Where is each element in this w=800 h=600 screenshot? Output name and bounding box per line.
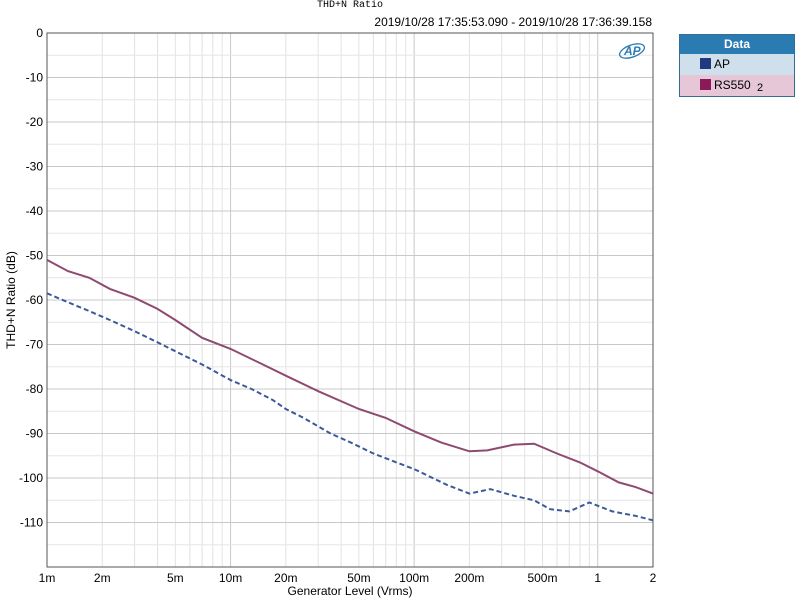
x-tick-label: 200m	[454, 571, 484, 585]
x-tick-label: 20m	[274, 571, 297, 585]
x-tick-label: 10m	[219, 571, 242, 585]
legend-item-ap[interactable]: AP	[680, 54, 794, 75]
y-tick-label: -20	[26, 115, 44, 129]
y-tick-label: 0	[36, 26, 43, 40]
legend-label-ap: AP	[714, 57, 731, 71]
y-tick-label: -90	[26, 427, 44, 441]
x-tick-label: 500m	[527, 571, 557, 585]
legend-item-rs550[interactable]: RS550 2	[680, 75, 794, 96]
legend-label-rs550: RS550	[714, 78, 751, 92]
y-axis-label: THD+N Ratio (dB)	[4, 251, 18, 349]
x-tick-label: 2	[650, 571, 657, 585]
x-tick-label: 100m	[399, 571, 429, 585]
y-tick-label: -10	[26, 71, 44, 85]
y-tick-label: -110	[20, 516, 43, 530]
x-tick-label: 1	[594, 571, 601, 585]
x-tick-label: 2m	[94, 571, 111, 585]
y-tick-label: -50	[26, 249, 44, 263]
y-tick-label: -60	[26, 293, 44, 307]
ap-logo: AP	[617, 40, 647, 60]
y-tick-label: -70	[26, 338, 44, 352]
x-axis-label: Generator Level (Vrms)	[288, 584, 413, 598]
legend-swatch-ap	[700, 58, 711, 69]
y-tick-label: -100	[19, 471, 43, 485]
x-tick-label: 5m	[167, 571, 184, 585]
legend-swatch-rs550	[700, 79, 711, 90]
legend: Data AP RS550 2	[679, 34, 795, 97]
legend-header: Data	[680, 35, 794, 54]
x-tick-label: 50m	[347, 571, 370, 585]
y-tick-label: -40	[26, 204, 44, 218]
x-tick-label: 1m	[39, 571, 56, 585]
y-tick-label: -80	[26, 382, 44, 396]
legend-suffix-rs550: 2	[757, 82, 764, 94]
ap-logo-text: AP	[623, 44, 642, 58]
y-tick-label: -30	[26, 160, 44, 174]
